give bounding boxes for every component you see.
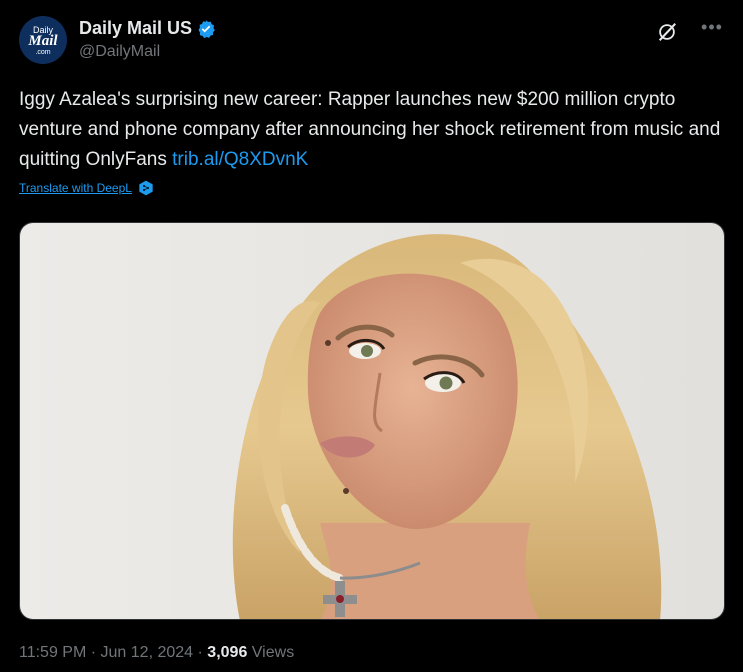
avatar-text-line3: .com [35, 49, 51, 56]
views-count[interactable]: 3,096 [207, 644, 247, 661]
meta-separator: · [197, 644, 203, 661]
tweet-header: Daily Mail .com Daily Mail US @DailyMail… [19, 15, 724, 69]
name-row: Daily Mail US [79, 18, 216, 39]
tweet-meta: 11:59 PM · Jun 12, 2024 · 3,096 Views [19, 644, 294, 662]
handle[interactable]: @DailyMail [79, 43, 216, 61]
grok-icon[interactable] [656, 21, 678, 43]
more-options-icon[interactable]: ••• [700, 17, 724, 41]
tweet-body: Iggy Azalea's surprising new career: Rap… [19, 85, 723, 175]
tweet-photo[interactable] [19, 222, 725, 620]
avatar[interactable]: Daily Mail .com [19, 16, 67, 64]
tweet-link[interactable]: trib.al/Q8XDvnK [172, 149, 308, 170]
verified-badge-icon [196, 19, 216, 39]
tweet-date[interactable]: Jun 12, 2024 [101, 644, 194, 661]
portrait-image [20, 223, 724, 619]
deepl-icon [138, 180, 154, 196]
translate-with-deepl[interactable]: Translate with DeepL [19, 180, 154, 196]
tweet-time[interactable]: 11:59 PM [19, 644, 86, 661]
translate-label[interactable]: Translate with DeepL [19, 181, 132, 195]
avatar-text-line2: Mail [28, 33, 58, 49]
author-names: Daily Mail US @DailyMail [79, 18, 216, 61]
tweet-text: Iggy Azalea's surprising new career: Rap… [19, 89, 721, 170]
display-name[interactable]: Daily Mail US [79, 18, 192, 39]
meta-separator: · [90, 644, 97, 661]
views-label: Views [251, 644, 295, 661]
